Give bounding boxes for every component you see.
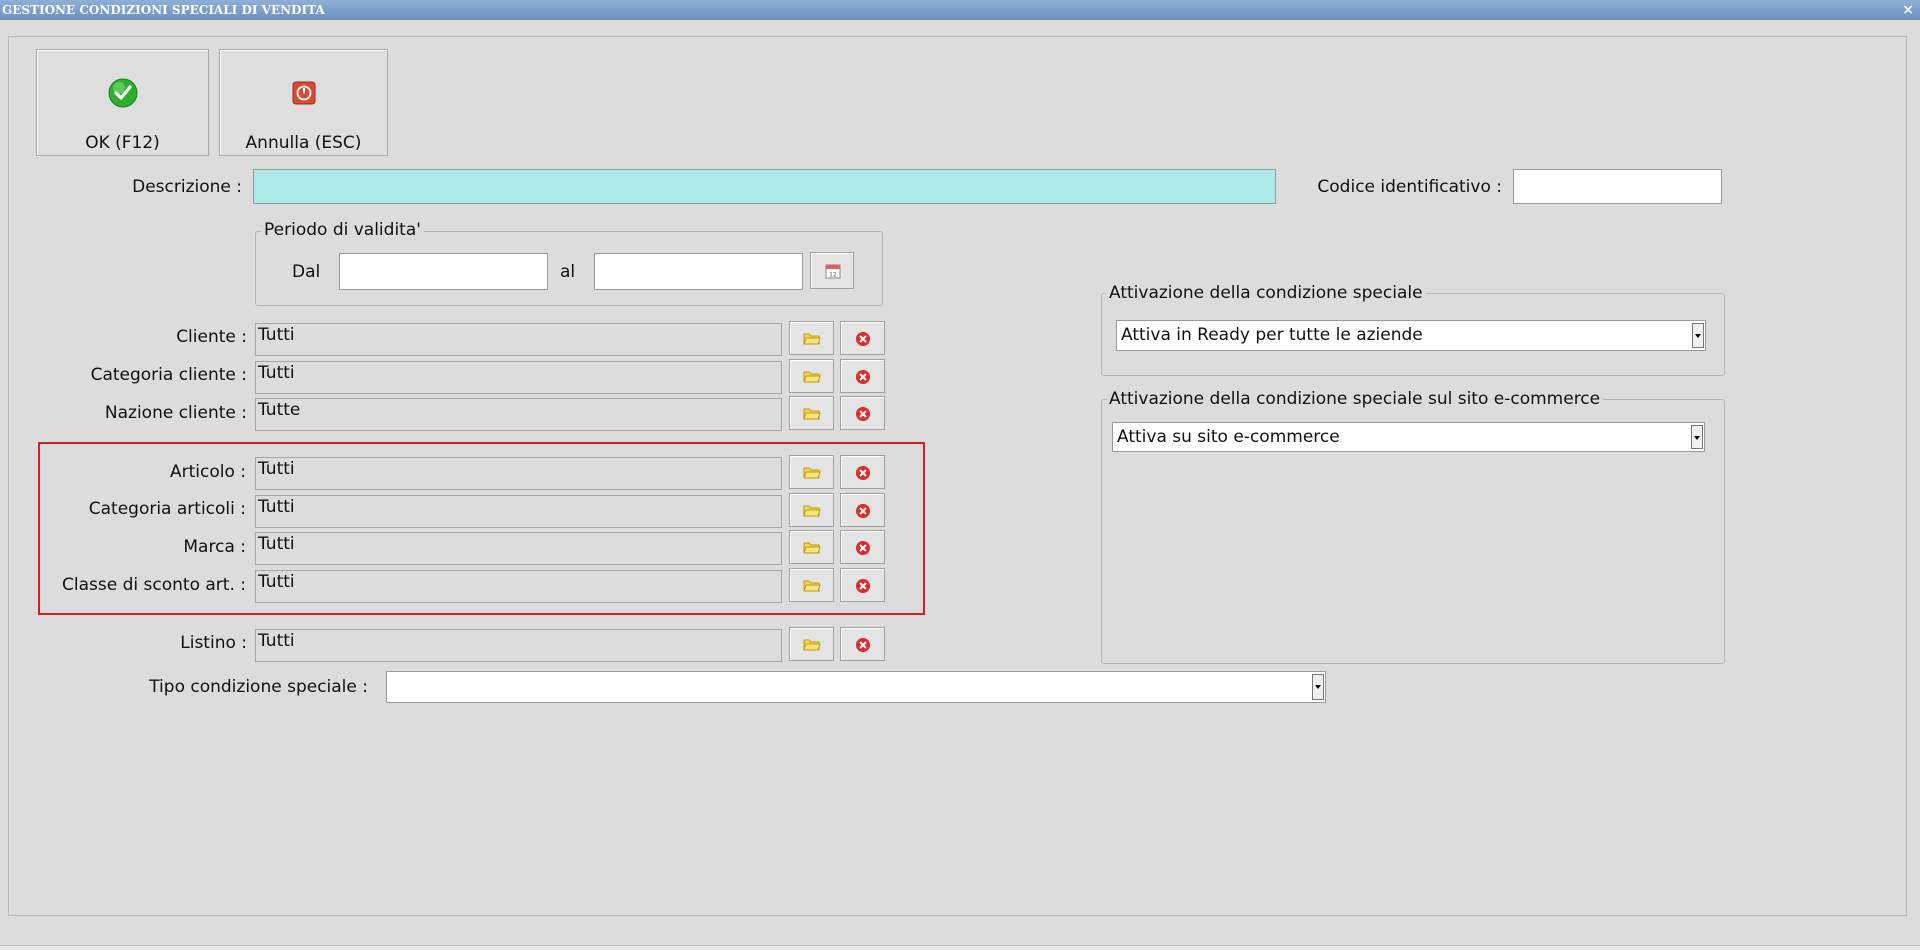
nazione-cliente-browse-button[interactable]: [789, 396, 834, 430]
listino-browse-button[interactable]: [789, 627, 834, 661]
window-title: GESTIONE CONDIZIONI SPECIALI DI VENDITA: [2, 3, 325, 17]
listino-field[interactable]: Tutti: [255, 629, 782, 662]
categoria-cliente-label: Categoria cliente :: [90, 365, 247, 385]
articolo-clear-button[interactable]: [840, 455, 885, 489]
categoria-articoli-label: Categoria articoli :: [88, 499, 246, 519]
status-bar: [0, 945, 1920, 950]
categoria-articoli-browse-button[interactable]: [789, 493, 834, 527]
svg-text:12: 12: [829, 272, 837, 279]
folder-icon: [803, 371, 821, 383]
attivazione-ecommerce-select[interactable]: Attiva su sito e-commerce: [1112, 422, 1705, 452]
classe-sconto-clear-button[interactable]: [840, 568, 885, 602]
codice-identificativo-label: Codice identificativo :: [1317, 177, 1502, 197]
calendar-button[interactable]: 12: [810, 252, 854, 289]
attivazione-legend: Attivazione della condizione speciale: [1106, 283, 1426, 303]
clear-x-icon: [856, 407, 870, 421]
chevron-down-icon[interactable]: [1692, 323, 1704, 348]
classe-sconto-field[interactable]: Tutti: [255, 570, 782, 603]
tipo-condizione-select[interactable]: [386, 671, 1326, 703]
checkmark-icon: [108, 78, 137, 108]
cliente-label: Cliente :: [176, 327, 247, 347]
attivazione-value: Attiva in Ready per tutte le aziende: [1121, 325, 1423, 345]
ok-button-label: OK (F12): [85, 133, 160, 153]
clear-x-icon: [856, 466, 870, 480]
al-label: al: [560, 262, 576, 282]
categoria-articoli-clear-button[interactable]: [840, 493, 885, 527]
window-titlebar: GESTIONE CONDIZIONI SPECIALI DI VENDITA …: [0, 0, 1920, 20]
folder-icon: [803, 408, 821, 420]
folder-icon: [803, 542, 821, 554]
folder-icon: [803, 639, 821, 651]
stop-icon: [292, 81, 315, 105]
nazione-cliente-label: Nazione cliente :: [104, 403, 247, 423]
classe-sconto-label: Classe di sconto art. :: [62, 575, 246, 595]
marca-clear-button[interactable]: [840, 530, 885, 564]
calendar-icon: 12: [825, 264, 841, 279]
clear-x-icon: [856, 504, 870, 518]
folder-icon: [803, 505, 821, 517]
marca-label: Marca :: [183, 537, 246, 557]
articolo-label: Articolo :: [169, 462, 246, 482]
attivazione-select[interactable]: Attiva in Ready per tutte le aziende: [1116, 320, 1706, 351]
classe-sconto-browse-button[interactable]: [789, 568, 834, 602]
ok-button[interactable]: OK (F12): [36, 49, 209, 156]
folder-icon: [803, 580, 821, 592]
cliente-clear-button[interactable]: [840, 321, 885, 355]
clear-x-icon: [856, 579, 870, 593]
listino-label: Listino :: [180, 633, 247, 653]
listino-clear-button[interactable]: [840, 627, 885, 661]
codice-identificativo-input[interactable]: [1513, 169, 1722, 204]
categoria-cliente-browse-button[interactable]: [789, 359, 834, 393]
descrizione-label: Descrizione :: [132, 177, 242, 197]
clear-x-icon: [856, 541, 870, 555]
articolo-field[interactable]: Tutti: [255, 457, 782, 490]
marca-browse-button[interactable]: [789, 530, 834, 564]
categoria-cliente-clear-button[interactable]: [840, 359, 885, 393]
folder-icon: [803, 333, 821, 345]
clear-x-icon: [856, 638, 870, 652]
cancel-button-label: Annulla (ESC): [245, 133, 362, 153]
cancel-button[interactable]: Annulla (ESC): [219, 49, 388, 156]
attivazione-ecommerce-legend: Attivazione della condizione speciale su…: [1106, 389, 1604, 409]
close-icon[interactable]: ×: [1902, 0, 1914, 20]
descrizione-input[interactable]: [253, 169, 1276, 204]
attivazione-ecommerce-value: Attiva su sito e-commerce: [1117, 427, 1340, 447]
marca-field[interactable]: Tutti: [255, 532, 782, 565]
cliente-browse-button[interactable]: [789, 321, 834, 355]
articolo-browse-button[interactable]: [789, 455, 834, 489]
folder-icon: [803, 467, 821, 479]
dal-label: Dal: [292, 262, 321, 282]
nazione-cliente-clear-button[interactable]: [840, 396, 885, 430]
categoria-cliente-field[interactable]: Tutti: [255, 361, 782, 394]
chevron-down-icon[interactable]: [1312, 674, 1324, 700]
clear-x-icon: [856, 332, 870, 346]
al-date-input[interactable]: [594, 253, 803, 290]
chevron-down-icon[interactable]: [1691, 425, 1703, 449]
periodo-validita-legend: Periodo di validita': [261, 220, 424, 240]
tipo-condizione-label: Tipo condizione speciale :: [149, 677, 368, 697]
nazione-cliente-field[interactable]: Tutte: [255, 398, 782, 431]
categoria-articoli-field[interactable]: Tutti: [255, 495, 782, 528]
dal-date-input[interactable]: [339, 253, 548, 290]
clear-x-icon: [856, 370, 870, 384]
cliente-field[interactable]: Tutti: [255, 323, 782, 356]
